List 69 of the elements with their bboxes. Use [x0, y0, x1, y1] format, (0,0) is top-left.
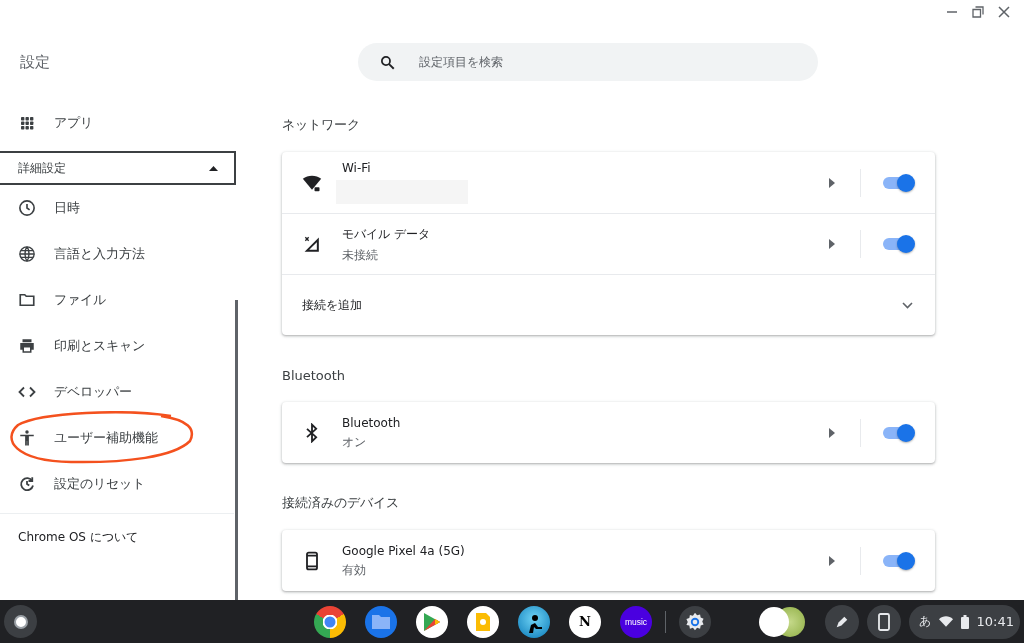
grid-icon [18, 114, 36, 132]
phone-hub-button[interactable] [866, 604, 901, 639]
battery-icon [960, 614, 969, 629]
section-title: 接続済みのデバイス [282, 494, 400, 512]
section-title: ネットワーク [282, 116, 361, 134]
advanced-section-header[interactable]: 詳細設定 [0, 151, 236, 185]
clock-time: 10:41 [976, 614, 1014, 629]
app-title: 設定 [19, 52, 51, 72]
stylus-button[interactable] [824, 604, 859, 639]
setting-name: Google Pixel 4a (5G) [342, 543, 466, 558]
circle-icon [13, 614, 28, 629]
clock-icon [18, 199, 36, 217]
accessibility-icon [18, 429, 36, 447]
keep-app-icon[interactable] [467, 605, 499, 638]
setting-name: Wi-Fi [342, 161, 372, 175]
phone-icon [877, 612, 890, 631]
search-field[interactable]: 設定項目を検索 [358, 43, 818, 81]
music-app-icon[interactable]: music [620, 605, 652, 638]
mobile-signal-off-icon [302, 234, 322, 254]
sidebar-item[interactable]: アプリ [0, 100, 238, 146]
toggle-switch[interactable] [883, 176, 913, 189]
reset-icon [18, 475, 36, 493]
restore-icon [972, 6, 984, 18]
printer-icon [18, 337, 36, 355]
arrow-right-icon[interactable] [829, 555, 835, 566]
search-icon [380, 54, 395, 70]
chevron-down-icon[interactable] [902, 301, 913, 309]
setting-name: Bluetooth [342, 415, 402, 430]
sidebar-item[interactable]: Chrome OS について [0, 514, 238, 560]
scrollbar-thumb[interactable] [235, 300, 238, 600]
ime-indicator: あ [918, 613, 931, 630]
sidebar-item[interactable]: 設定のリセット [0, 461, 238, 507]
toggle-switch[interactable] [883, 426, 913, 439]
play-store-app-icon[interactable] [416, 605, 448, 638]
section-label: 詳細設定 [18, 159, 66, 177]
launcher-button[interactable] [4, 605, 37, 638]
arrow-right-icon[interactable] [829, 427, 835, 438]
chrome-app-icon[interactable] [314, 605, 346, 638]
sidebar-item[interactable]: 印刷とスキャン [0, 323, 238, 369]
globe-icon [18, 245, 36, 263]
arrow-right-icon[interactable] [829, 239, 835, 249]
caret-up-icon [209, 165, 218, 171]
setting-status: 未接続 [342, 247, 379, 263]
toggle-switch[interactable] [883, 238, 913, 250]
kindle-app-icon[interactable] [518, 605, 550, 638]
pen-icon [834, 614, 849, 629]
restore-button[interactable] [972, 6, 984, 18]
files-app-icon[interactable] [365, 605, 397, 638]
arrow-right-icon[interactable] [829, 177, 835, 188]
close-button[interactable] [998, 6, 1010, 18]
search-input[interactable]: 設定項目を検索 [417, 54, 761, 70]
close-icon [998, 6, 1010, 18]
setting-status: オン [342, 434, 367, 450]
notion-app-icon[interactable]: N [569, 605, 601, 638]
sidebar-item[interactable]: 日時 [0, 185, 238, 231]
setting-status: 有効 [342, 562, 367, 578]
settings-app-icon[interactable] [679, 605, 711, 638]
section-title: Bluetooth [282, 366, 347, 385]
toggle-switch[interactable] [883, 554, 913, 567]
status-area[interactable]: あ 10:41 [908, 604, 1020, 639]
sidebar-item[interactable]: ファイル [0, 277, 238, 323]
setting-name: モバイル データ [342, 225, 431, 243]
sidebar-item[interactable]: ユーザー補助機能 [0, 415, 238, 461]
folder-icon [18, 291, 36, 309]
wifi-icon [938, 616, 953, 627]
setting-name[interactable]: 接続を追加 [302, 296, 902, 314]
sidebar-item[interactable]: デベロッパー [0, 369, 238, 415]
file-thumbnails[interactable] [758, 606, 805, 637]
sidebar-item[interactable]: 言語と入力方法 [0, 231, 238, 277]
